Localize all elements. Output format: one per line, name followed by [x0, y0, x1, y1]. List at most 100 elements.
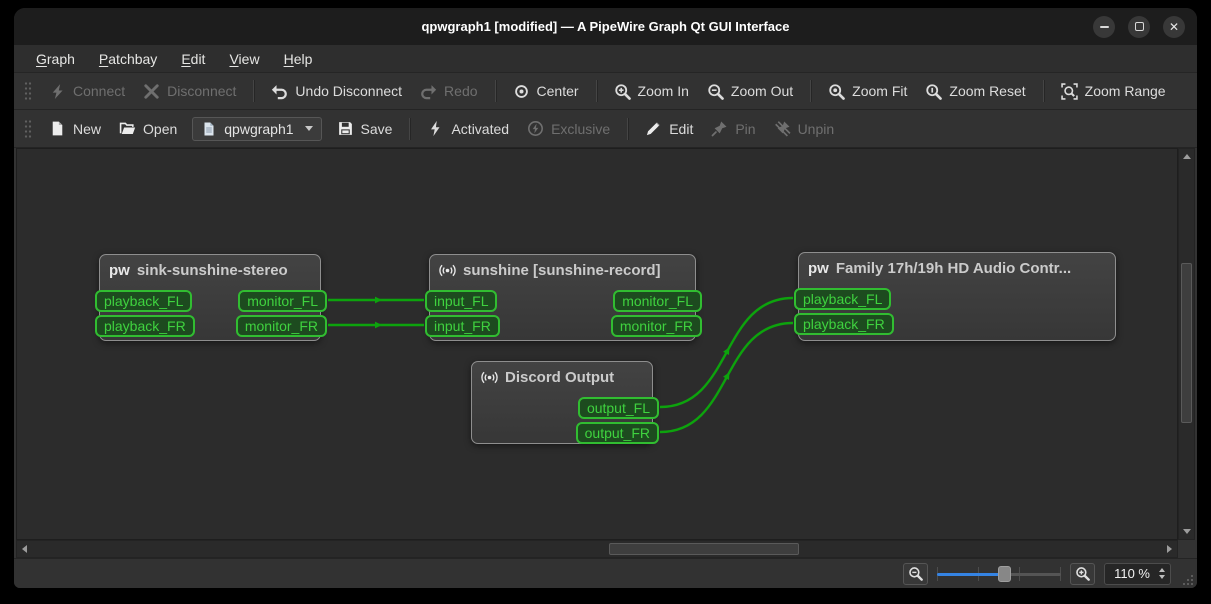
broadcast-icon	[439, 262, 456, 279]
arrow-up-icon	[1182, 154, 1191, 159]
menu-item-patchbay[interactable]: Patchbay	[89, 48, 167, 70]
toolbar-button-redo[interactable]: Redo	[411, 78, 486, 105]
resize-grip[interactable]	[1181, 573, 1194, 586]
close-button[interactable]: ✕	[1163, 15, 1185, 38]
titlebar: qpwgraph1 [modified] — A PipeWire Graph …	[14, 8, 1197, 45]
toolbar-button-edit[interactable]: Edit	[636, 115, 702, 142]
toolbar-button-save[interactable]: Save	[328, 115, 402, 142]
toolbar-button-open[interactable]: Open	[110, 115, 186, 142]
node-family-17h-19h-hd-audio-contr[interactable]: pw Family 17h/19h HD Audio Contr... playba…	[794, 252, 1116, 341]
toolbar-button-pin[interactable]: Pin	[702, 115, 764, 142]
zoom-slider-handle[interactable]	[998, 565, 1012, 582]
disconnect-icon	[143, 83, 160, 100]
node-title: Discord Output	[505, 369, 615, 386]
exclusive-icon	[527, 120, 544, 137]
port-input-fr[interactable]: input_FR	[425, 315, 500, 337]
menu-item-graph[interactable]: Graph	[26, 48, 85, 70]
port-output-fr[interactable]: output_FR	[575, 422, 659, 444]
zoom-value: 110 %	[1114, 566, 1150, 581]
menu-item-help[interactable]: Help	[274, 48, 323, 70]
vertical-scrollbar-thumb[interactable]	[1181, 263, 1192, 423]
connections-layer	[327, 296, 794, 434]
toolbar-button-unpin[interactable]: Unpin	[765, 115, 844, 142]
toolbar-button-label: Activated	[451, 120, 510, 137]
unpin-icon	[774, 120, 791, 137]
scroll-right-button[interactable]	[1162, 541, 1177, 556]
zoom-out-button[interactable]	[903, 562, 929, 585]
node-sunshine-sunshine-record[interactable]: sunshine [sunshine-record] input_FL input_…	[425, 254, 702, 341]
zoom-slider[interactable]	[937, 563, 1062, 585]
scroll-up-button[interactable]	[1179, 149, 1194, 164]
toolbar-button-label: Pin	[735, 120, 756, 137]
maximize-button[interactable]	[1128, 15, 1150, 38]
vertical-scrollbar[interactable]	[1178, 148, 1195, 540]
node-discord-output[interactable]: Discord Output output_FL output_FR	[471, 361, 659, 444]
node-sink-sunshine-stereo[interactable]: pw sink-sunshine-stereo playback_FL playbac…	[95, 254, 327, 341]
slider-track-empty[interactable]	[1006, 572, 1062, 576]
port-monitor-fr[interactable]: monitor_FR	[235, 315, 327, 337]
center-icon	[513, 83, 530, 100]
menu-item-view[interactable]: View	[219, 48, 269, 70]
port-monitor-fr[interactable]: monitor_FR	[610, 315, 702, 337]
minimize-button[interactable]	[1093, 15, 1115, 38]
slider-track-filled[interactable]	[937, 572, 1005, 576]
port-playback-fl[interactable]: playback_FL	[95, 290, 193, 312]
toolbar-separator	[253, 80, 255, 102]
toolbar-button-label: Redo	[444, 83, 478, 99]
pin-icon	[711, 120, 728, 137]
toolbar-grip[interactable]	[24, 80, 32, 102]
toolbar-button-label: Zoom In	[637, 83, 689, 99]
toolbar-button-exclusive[interactable]: Exclusive	[518, 115, 619, 142]
toolbar-button-zoom-in[interactable]: Zoom In	[605, 78, 698, 105]
toolbar-button-label: Zoom Fit	[852, 83, 908, 99]
graph-area: pw sink-sunshine-stereo playback_FL playbac…	[14, 148, 1197, 558]
patchbay-file-selector[interactable]: qpwgraph1	[192, 116, 322, 141]
toolbar-button-zoom-fit[interactable]: Zoom Fit	[819, 78, 916, 105]
toolbar-button-new[interactable]: New	[40, 115, 110, 142]
arrow-left-icon	[22, 544, 27, 553]
zoom-reset-icon	[925, 83, 943, 100]
horizontal-scrollbar-thumb[interactable]	[609, 543, 799, 555]
toolbar-button-zoom-out[interactable]: Zoom Out	[698, 78, 802, 105]
menu-item-edit[interactable]: Edit	[171, 48, 215, 70]
horizontal-scrollbar[interactable]	[16, 540, 1178, 558]
menubar: Graph Patchbay Edit View Help	[14, 45, 1197, 73]
toolbar-grip[interactable]	[24, 117, 32, 140]
toolbar-button-activated[interactable]: Activated	[418, 115, 518, 142]
scroll-left-button[interactable]	[17, 541, 32, 556]
zoom-spinbox[interactable]: 110 %	[1104, 562, 1171, 585]
toolbar-button-connect[interactable]: Connect	[40, 78, 134, 105]
port-output-fl[interactable]: output_FL	[577, 397, 659, 419]
toolbar-button-disconnect[interactable]: Disconnect	[134, 78, 245, 105]
port-playback-fr[interactable]: playback_FR	[794, 313, 894, 335]
toolbar-button-zoom-reset[interactable]: Zoom Reset	[916, 78, 1034, 105]
undo-icon	[271, 83, 288, 100]
toolbar-button-undo-disconnect[interactable]: Undo Disconnect	[262, 78, 411, 105]
port-input-fl[interactable]: input_FL	[425, 290, 498, 312]
port-monitor-fl[interactable]: monitor_FL	[613, 290, 702, 312]
spin-up-icon[interactable]	[1159, 568, 1165, 572]
bolt-icon	[427, 120, 444, 137]
toolbar-button-label: New	[73, 120, 102, 137]
zoom-fit-icon	[828, 83, 845, 100]
toolbar-separator	[627, 117, 629, 140]
connect-icon	[49, 83, 66, 100]
graph-canvas[interactable]: pw sink-sunshine-stereo playback_FL playbac…	[16, 148, 1178, 540]
spin-down-icon[interactable]	[1159, 575, 1165, 579]
scroll-down-button[interactable]	[1179, 524, 1194, 539]
wire-arrow-icon	[375, 296, 382, 304]
zoom-in-button[interactable]	[1070, 562, 1096, 585]
port-playback-fr[interactable]: playback_FR	[95, 315, 195, 337]
toolbar-button-center[interactable]: Center	[504, 78, 588, 105]
pipewire-icon: pw	[808, 260, 829, 277]
toolbar-separator	[409, 117, 411, 140]
toolbar-button-label: Undo Disconnect	[295, 83, 403, 99]
port-playback-fl[interactable]: playback_FL	[794, 288, 892, 310]
graph-toolbar: Connect Disconnect Undo Disconnect Redo Cent…	[14, 73, 1197, 110]
port-monitor-fl[interactable]: monitor_FL	[238, 290, 327, 312]
toolbar-button-zoom-range[interactable]: Zoom Range	[1052, 78, 1175, 105]
app-window: qpwgraph1 [modified] — A PipeWire Graph …	[14, 8, 1197, 588]
wire-arrow-icon	[375, 321, 382, 329]
arrow-right-icon	[1167, 544, 1172, 553]
node-title: sunshine [sunshine-record]	[463, 262, 661, 279]
